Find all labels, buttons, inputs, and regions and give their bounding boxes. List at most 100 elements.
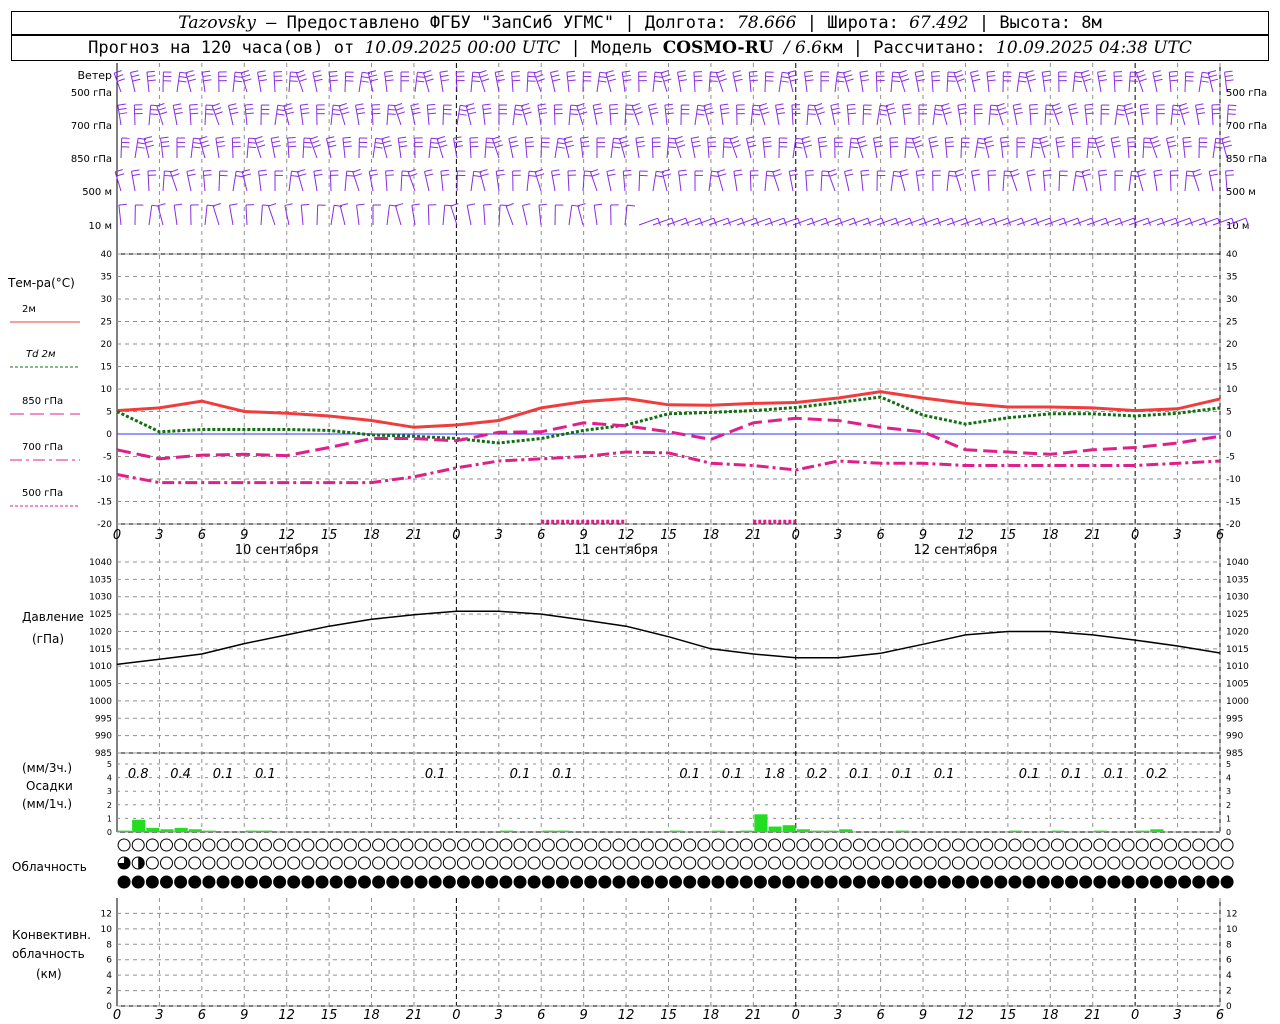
wind-barb-flag: [340, 107, 349, 111]
cloud-cover-symbol: [244, 875, 258, 889]
cloud-circle: [782, 838, 796, 852]
cloud-cover-symbol: [966, 838, 980, 852]
cloud-cover-symbol: [1008, 856, 1022, 870]
wind-barb-staff: [162, 171, 165, 192]
wind-barb-staff: [787, 72, 794, 93]
cloud-circle: [386, 856, 400, 870]
wind-barb-staff: [890, 171, 895, 192]
wind-barb-flag: [430, 146, 439, 149]
wind-barb-flag: [203, 79, 212, 82]
cloud-circle: [584, 856, 598, 870]
wind-barb-staff: [505, 206, 514, 226]
wind-barb-flag: [203, 169, 212, 172]
wind-barb-flag: [427, 103, 436, 106]
wind-barb-staff: [1212, 138, 1217, 159]
cloud-circle: [273, 856, 287, 870]
wind-barb: [898, 70, 910, 93]
wind-barb-flag: [399, 145, 408, 148]
wind-barb-flag: [605, 70, 614, 74]
wind-barb-flag: [1111, 140, 1120, 144]
wind-barb-flag: [119, 112, 128, 115]
wind-barb: [915, 169, 925, 192]
cloud-cover-symbol: [230, 875, 244, 889]
wind-barb-flag: [201, 144, 210, 148]
wind-barb: [944, 136, 955, 159]
wind-barb-flag: [116, 78, 125, 82]
wind-barb: [400, 71, 409, 92]
wind-barb-staff: [610, 138, 614, 159]
wind-barb-flag: [1196, 107, 1205, 111]
wind-barb-flag: [328, 144, 337, 148]
wind-barb: [1192, 169, 1202, 192]
wind-barb-flag: [956, 173, 965, 177]
wind-barb-staff: [860, 171, 864, 192]
wind-barb-staff: [1097, 72, 1102, 93]
wind-barb: [778, 137, 788, 159]
wind-barb-flag: [720, 103, 729, 106]
wind-barb-staff: [635, 138, 640, 159]
wind-barb-staff: [186, 171, 192, 192]
cloud-fill-full: [726, 876, 739, 888]
cloud-circle: [1135, 838, 1149, 852]
wind-barb-flag: [454, 140, 463, 144]
wind-barb-flag: [117, 103, 126, 106]
wind-barb-flag: [522, 203, 531, 206]
wind-barb: [814, 103, 826, 126]
wind-barb-staff: [1113, 72, 1116, 93]
conv-hour-label: 12: [957, 1008, 974, 1023]
wind-barb-staff: [1142, 138, 1145, 159]
wind-barb-flag: [509, 140, 518, 144]
hour-label: 15: [321, 528, 338, 543]
cloud-circle: [980, 838, 994, 852]
cloud-circle: [1178, 856, 1192, 870]
wind-barb: [970, 70, 981, 93]
cloud-circle: [301, 838, 315, 852]
wind-barb: [1025, 70, 1036, 93]
cloud-cover-symbol: [1192, 856, 1206, 870]
wind-barb-flag: [879, 109, 888, 112]
wind-barb-flag: [343, 141, 352, 143]
wind-barb-staff: [342, 138, 346, 159]
cloud-cover-symbol: [1135, 856, 1149, 870]
wind-barb-staff: [719, 105, 724, 126]
wind-barb: [218, 71, 227, 93]
cloud-circle: [895, 838, 909, 852]
wind-barb: [395, 203, 404, 226]
cloud-fill-full: [952, 876, 965, 888]
cloud-cover-symbol: [570, 875, 584, 889]
wind-barb-flag: [912, 136, 921, 140]
wind-barb: [199, 136, 210, 159]
wind-barb-flag: [407, 169, 416, 173]
cloud-circle: [541, 838, 555, 852]
cloud-cover-symbol: [937, 838, 951, 852]
wind-barb-flag: [342, 136, 351, 139]
wind-barb-staff: [215, 138, 220, 159]
wind-barb-flag: [202, 74, 211, 78]
wind-barb-flag: [663, 78, 672, 82]
cloud-cover-symbol: [301, 875, 315, 889]
wind-barb-flag: [257, 70, 266, 73]
wind-barb: [414, 137, 423, 159]
pressure-ytick-right: 990: [1226, 732, 1243, 742]
precip-bar: [188, 829, 202, 832]
cloud-fill-full: [1206, 876, 1219, 888]
precip-ytick-right: 4: [1226, 774, 1231, 783]
wind-barb-flag: [385, 79, 394, 82]
wind-barb-flag: [930, 144, 939, 148]
cloud-circle: [372, 838, 386, 852]
wind-barb: [1042, 169, 1052, 192]
wind-barb: [258, 169, 268, 192]
precip-bar: [542, 830, 556, 832]
wind-barb-flag: [584, 174, 593, 177]
wind-barb: [974, 217, 997, 226]
wind-barb-flag: [271, 136, 280, 139]
wind-barb-staff: [848, 138, 852, 159]
wind-barb-staff: [330, 205, 335, 226]
cloud-cover-symbol: [357, 838, 371, 852]
wind-barb: [498, 104, 507, 125]
wind-barb-flag: [1227, 113, 1236, 115]
wind-barb: [1195, 103, 1206, 126]
temp-legend-label: 2м: [22, 304, 36, 315]
wind-barb: [928, 136, 939, 159]
wind-barb-staff: [344, 71, 347, 93]
